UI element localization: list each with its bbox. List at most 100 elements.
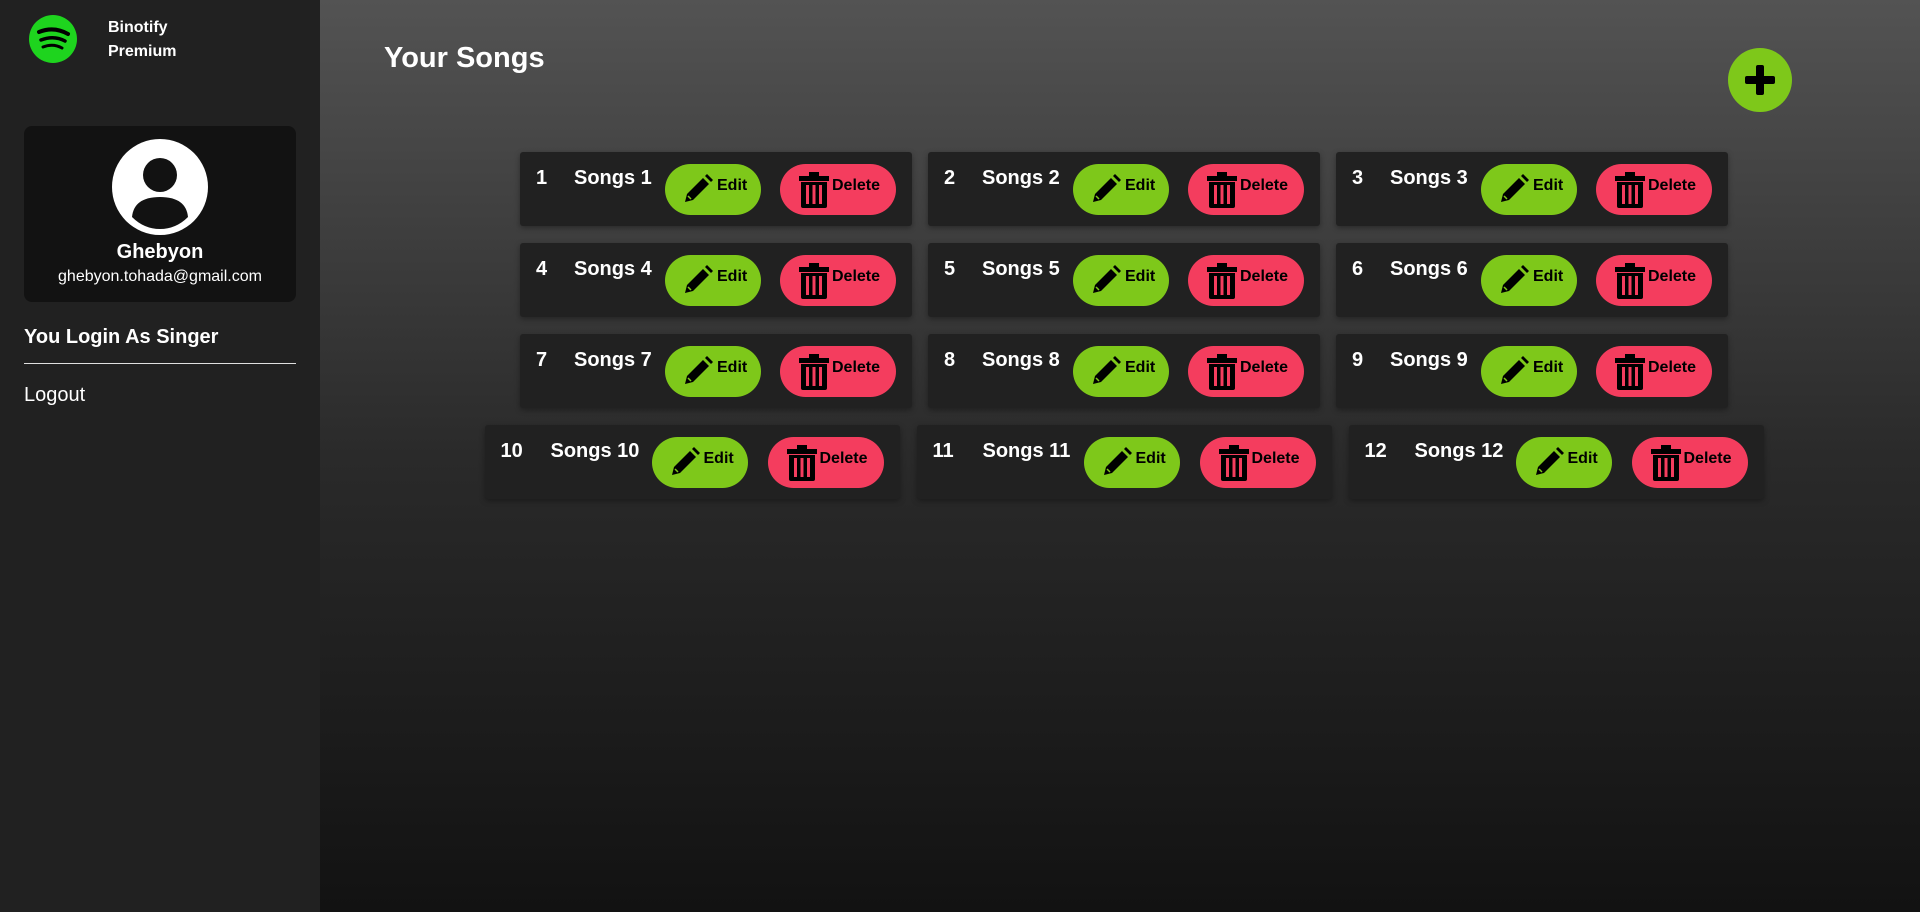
- edit-label: Edit: [1567, 449, 1598, 467]
- edit-label: Edit: [703, 449, 734, 467]
- song-title[interactable]: Songs 2: [982, 167, 1060, 190]
- edit-label: Edit: [1125, 358, 1156, 376]
- song-number: 11: [932, 440, 954, 462]
- song-title[interactable]: Songs 3: [1390, 167, 1468, 190]
- pencil-icon: [1501, 355, 1529, 384]
- delete-button[interactable]: Delete: [1188, 164, 1304, 215]
- pencil-icon: [1093, 173, 1121, 202]
- delete-button[interactable]: Delete: [767, 437, 884, 488]
- app-root: Binotify Premium Ghebyon ghebyon.tohada@…: [0, 0, 1920, 912]
- edit-button[interactable]: Edit: [1481, 164, 1577, 215]
- song-title[interactable]: Songs 12: [1415, 440, 1504, 463]
- delete-button[interactable]: Delete: [1188, 346, 1304, 397]
- song-number: 3: [1352, 167, 1364, 189]
- delete-button[interactable]: Delete: [1596, 346, 1712, 397]
- trash-icon: [786, 444, 817, 481]
- edit-label: Edit: [1533, 176, 1564, 194]
- delete-button[interactable]: Delete: [780, 255, 896, 306]
- edit-button[interactable]: Edit: [1073, 255, 1169, 306]
- edit-button[interactable]: Edit: [1073, 346, 1169, 397]
- edit-button[interactable]: Edit: [1481, 346, 1577, 397]
- login-role-label: You Login As Singer: [24, 326, 219, 348]
- add-song-button[interactable]: [1728, 48, 1792, 112]
- delete-button[interactable]: Delete: [1188, 255, 1304, 306]
- song-number: 10: [500, 440, 523, 462]
- delete-label: Delete: [1251, 449, 1300, 467]
- edit-button[interactable]: Edit: [665, 255, 761, 306]
- edit-label: Edit: [717, 358, 748, 376]
- delete-label: Delete: [1240, 358, 1289, 376]
- song-card: 3 Songs 3 Edit Delete: [1336, 152, 1728, 226]
- pencil-icon: [1501, 173, 1529, 202]
- delete-button[interactable]: Delete: [780, 346, 896, 397]
- edit-button[interactable]: Edit: [651, 437, 748, 488]
- song-row: 7 Songs 7 Edit Delete 8 Songs 8 Edit Del…: [520, 334, 1728, 408]
- edit-button[interactable]: Edit: [1083, 437, 1180, 488]
- song-title[interactable]: Songs 8: [982, 349, 1060, 372]
- song-number: 2: [944, 167, 956, 189]
- song-row: 10 Songs 10 Edit Delete 11 Songs 11 Edit…: [484, 425, 1764, 499]
- song-card: 9 Songs 9 Edit Delete: [1336, 334, 1728, 408]
- user-avatar-icon: [112, 139, 208, 235]
- song-number: 6: [1352, 258, 1364, 280]
- song-card: 10 Songs 10 Edit Delete: [484, 425, 900, 499]
- edit-label: Edit: [1125, 267, 1156, 285]
- delete-button[interactable]: Delete: [1596, 255, 1712, 306]
- plus-icon: [1745, 65, 1775, 95]
- trash-icon: [1207, 262, 1237, 299]
- song-card: 1 Songs 1 Edit Delete: [520, 152, 912, 226]
- edit-button[interactable]: Edit: [1481, 255, 1577, 306]
- song-title[interactable]: Songs 6: [1390, 258, 1468, 281]
- delete-label: Delete: [832, 267, 881, 285]
- song-number: 4: [536, 258, 548, 280]
- pencil-icon: [685, 264, 713, 293]
- brand-name-line1: Binotify: [108, 19, 168, 36]
- song-number: 12: [1364, 440, 1387, 462]
- song-title[interactable]: Songs 11: [983, 440, 1071, 463]
- pencil-icon: [1501, 264, 1529, 293]
- delete-label: Delete: [832, 176, 881, 194]
- trash-icon: [799, 171, 829, 208]
- edit-label: Edit: [1125, 176, 1156, 194]
- trash-icon: [1650, 444, 1681, 481]
- delete-button[interactable]: Delete: [1596, 164, 1712, 215]
- song-title[interactable]: Songs 7: [574, 349, 652, 372]
- edit-label: Edit: [717, 267, 748, 285]
- logout-link[interactable]: Logout: [24, 384, 85, 407]
- pencil-icon: [1093, 355, 1121, 384]
- delete-label: Delete: [1648, 176, 1697, 194]
- song-title[interactable]: Songs 9: [1390, 349, 1468, 372]
- brand-name-line2: Premium: [108, 43, 177, 60]
- song-card: 7 Songs 7 Edit Delete: [520, 334, 912, 408]
- song-card: 6 Songs 6 Edit Delete: [1336, 243, 1728, 317]
- edit-button[interactable]: Edit: [1073, 164, 1169, 215]
- delete-label: Delete: [1240, 267, 1289, 285]
- edit-button[interactable]: Edit: [665, 346, 761, 397]
- profile-name: Ghebyon: [116, 241, 204, 263]
- edit-label: Edit: [717, 176, 748, 194]
- delete-button[interactable]: Delete: [780, 164, 896, 215]
- song-grid: 1 Songs 1 Edit Delete 2 Songs 2 Edit Del…: [424, 152, 1824, 516]
- edit-button[interactable]: Edit: [1515, 437, 1612, 488]
- delete-button[interactable]: Delete: [1631, 437, 1748, 488]
- song-title[interactable]: Songs 4: [574, 258, 652, 281]
- delete-label: Delete: [1648, 358, 1697, 376]
- song-title[interactable]: Songs 5: [982, 258, 1060, 281]
- trash-icon: [1615, 171, 1645, 208]
- pencil-icon: [685, 355, 713, 384]
- delete-button[interactable]: Delete: [1199, 437, 1316, 488]
- edit-button[interactable]: Edit: [665, 164, 761, 215]
- song-number: 5: [944, 258, 956, 280]
- trash-icon: [1615, 262, 1645, 299]
- edit-label: Edit: [1533, 358, 1564, 376]
- pencil-icon: [1103, 446, 1132, 475]
- song-title[interactable]: Songs 10: [551, 440, 640, 463]
- song-title[interactable]: Songs 1: [574, 167, 652, 190]
- delete-label: Delete: [1683, 449, 1732, 467]
- pencil-icon: [671, 446, 700, 475]
- main-content: Your Songs 1 Songs 1 Edit Delete 2 Songs…: [320, 0, 1920, 912]
- pencil-icon: [685, 173, 713, 202]
- brand[interactable]: Binotify Premium: [24, 12, 296, 92]
- edit-label: Edit: [1533, 267, 1564, 285]
- pencil-icon: [1535, 446, 1564, 475]
